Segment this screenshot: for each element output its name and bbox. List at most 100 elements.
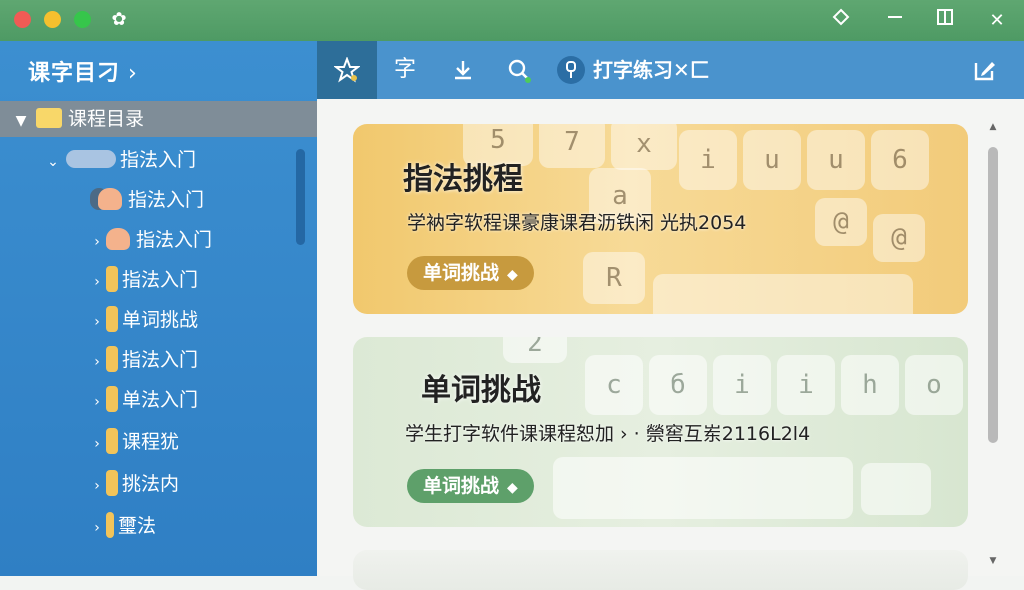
hand-icon <box>98 187 122 210</box>
play-arrow-icon: ◆ <box>507 267 518 283</box>
bookmark-icon <box>106 385 118 412</box>
keyboard-key-decoration <box>861 463 931 515</box>
chevron-right-icon[interactable]: › <box>88 264 106 300</box>
minimize-window-button[interactable] <box>44 11 61 28</box>
title-bar: ✿ ✕ <box>0 0 1024 41</box>
card-description: 学生打字软件课课程恕加 › · 禜窖互岽2116L2l4 <box>405 423 811 445</box>
chevron-right-icon[interactable]: › <box>88 510 106 546</box>
word-challenge-button[interactable]: 单词挑战 ◆ <box>407 469 534 503</box>
chevron-down-icon[interactable]: ⌄ <box>44 144 62 180</box>
character-tab-button[interactable]: 字 <box>385 41 425 99</box>
keyboard-key-decoration: 6 <box>871 130 929 190</box>
top-toolbar: 字 打字练习✕匚 <box>317 41 1024 99</box>
keyboard-key-decoration: h <box>841 355 899 415</box>
expand-down-icon[interactable]: ▼ <box>12 103 30 139</box>
keyboard-key-decoration: c <box>585 355 643 415</box>
scroll-down-arrow-icon[interactable]: ▼ <box>987 555 999 567</box>
card-description: 学衲字软程课豪康课君沥铁闲 光执2054 <box>407 212 747 234</box>
chevron-right-icon[interactable]: › <box>88 384 106 420</box>
keyboard-key-decoration: i <box>777 355 835 415</box>
sidebar-item-label: 课程犹 <box>122 431 180 453</box>
keyboard-key-decoration: 2 <box>503 337 567 363</box>
scroll-up-arrow-icon[interactable]: ▲ <box>987 121 999 133</box>
chevron-right-icon[interactable]: › <box>88 426 106 462</box>
button-label: 单词挑战 <box>423 262 500 284</box>
chevron-right-icon[interactable]: › <box>88 344 106 380</box>
bookmark-icon <box>106 265 118 292</box>
close-icon[interactable]: ✕ <box>984 8 1010 34</box>
course-card-partial[interactable] <box>353 550 968 590</box>
card-title: 指法挑程 <box>403 162 523 197</box>
chevron-right-icon: › <box>128 61 138 86</box>
minimize-icon[interactable] <box>882 8 908 34</box>
keyboard-key-decoration: @ <box>815 198 867 246</box>
sidebar-item-label: 璽法 <box>118 515 157 537</box>
keyboard-key-decoration: x <box>611 124 677 170</box>
sidebar-root-label: 课程目录 <box>68 108 145 130</box>
sidebar-item-lesson[interactable]: › 指法入门 <box>88 262 198 298</box>
tab-typing-practice[interactable]: 打字练习✕匚 <box>557 41 710 99</box>
sidebar-title[interactable]: 课字目刁 › <box>28 55 138 87</box>
keyboard-key-decoration: o <box>905 355 963 415</box>
button-label: 单词挑战 <box>423 475 500 497</box>
chevron-right-icon[interactable]: › <box>88 468 106 504</box>
sidebar-item-label: 指法入门 <box>128 189 205 211</box>
sidebar-item-lesson[interactable]: › 课程犹 <box>88 424 179 460</box>
keyboard-key-decoration: R <box>583 252 645 304</box>
bookmark-icon <box>106 427 118 454</box>
zoom-window-button[interactable] <box>74 11 91 28</box>
sidebar-scrollbar[interactable] <box>296 149 305 245</box>
app-logo-icon: ✿ <box>111 9 127 30</box>
hand-icon <box>106 227 130 250</box>
keyboard-key-decoration: @ <box>873 214 925 262</box>
keyboard-key-decoration: i <box>679 130 737 190</box>
toggle-pill-icon <box>66 149 116 168</box>
sidebar-item-lesson[interactable]: 指法入门 <box>90 182 204 218</box>
sidebar-item-label: 指法入门 <box>120 149 197 171</box>
keyboard-spacebar-decoration <box>653 274 913 314</box>
sidebar-item-lesson[interactable]: › 指法入门 <box>88 222 212 258</box>
sidebar-item-label: 挑法内 <box>122 473 180 495</box>
chevron-right-icon[interactable]: › <box>88 304 106 340</box>
keyboard-key-decoration: u <box>807 130 865 190</box>
main-content: 5 7 x i u u 6 a @ @ R 指法挑程 学衲字软程课豪康课君沥铁闲… <box>317 99 1024 590</box>
course-card[interactable]: 2 c б i i h o 单词挑战 学生打字软件课课程恕加 › · 禜窖互岽2… <box>353 337 968 527</box>
sidebar-item-label: 指法入门 <box>136 229 213 251</box>
sidebar-title-text: 课字目刁 <box>28 61 121 86</box>
pin-diamond-icon[interactable] <box>828 8 854 34</box>
download-icon[interactable] <box>443 41 483 99</box>
keyboard-key-decoration: u <box>743 130 801 190</box>
star-keyboard-icon[interactable] <box>317 41 377 99</box>
sidebar-item-label: 单词挑战 <box>122 309 199 331</box>
close-window-button[interactable] <box>14 11 31 28</box>
course-sidebar: 课字目刁 › ▼ 课程目录 ⌄ 指法入门 指法入门 › 指法入门 › 指法入门 › 单词挑战… <box>0 41 317 576</box>
sidebar-item-finger-intro[interactable]: ⌄ 指法入门 <box>44 142 196 178</box>
sidebar-root-course-catalog[interactable]: ▼ 课程目录 <box>0 101 317 137</box>
sidebar-item-lesson[interactable]: › 单词挑战 <box>88 302 198 338</box>
sidebar-item-label: 指法入门 <box>122 349 199 371</box>
bookmark-icon <box>106 511 114 538</box>
sidebar-item-lesson[interactable]: › 指法入门 <box>88 342 198 378</box>
bookmark-icon <box>106 305 118 332</box>
edit-icon[interactable] <box>965 41 1005 99</box>
keyboard-key-decoration: б <box>649 355 707 415</box>
course-card[interactable]: 5 7 x i u u 6 a @ @ R 指法挑程 学衲字软程课豪康课君沥铁闲… <box>353 124 968 314</box>
bookmark-icon <box>106 469 118 496</box>
keyboard-key-decoration: i <box>713 355 771 415</box>
tab-label: 打字练习✕匚 <box>593 58 710 82</box>
sidebar-item-lesson[interactable]: › 单法入门 <box>88 382 198 418</box>
main-scrollbar[interactable]: ▲ ▼ <box>987 121 999 567</box>
word-challenge-button[interactable]: 单词挑战 ◆ <box>407 256 534 290</box>
folder-icon <box>36 107 62 128</box>
sidebar-item-lesson[interactable]: › 挑法内 <box>88 466 179 502</box>
search-icon[interactable] <box>499 41 539 99</box>
bookmark-icon <box>106 345 118 372</box>
chevron-right-icon[interactable]: › <box>88 224 106 260</box>
sidebar-item-lesson[interactable]: › 璽法 <box>88 508 156 544</box>
restore-icon[interactable] <box>932 8 958 34</box>
pin-icon <box>557 55 585 84</box>
sidebar-item-label: 单法入门 <box>122 389 199 411</box>
scrollbar-thumb[interactable] <box>988 147 998 443</box>
keyboard-spacebar-decoration <box>553 457 853 519</box>
play-arrow-icon: ◆ <box>507 480 518 496</box>
